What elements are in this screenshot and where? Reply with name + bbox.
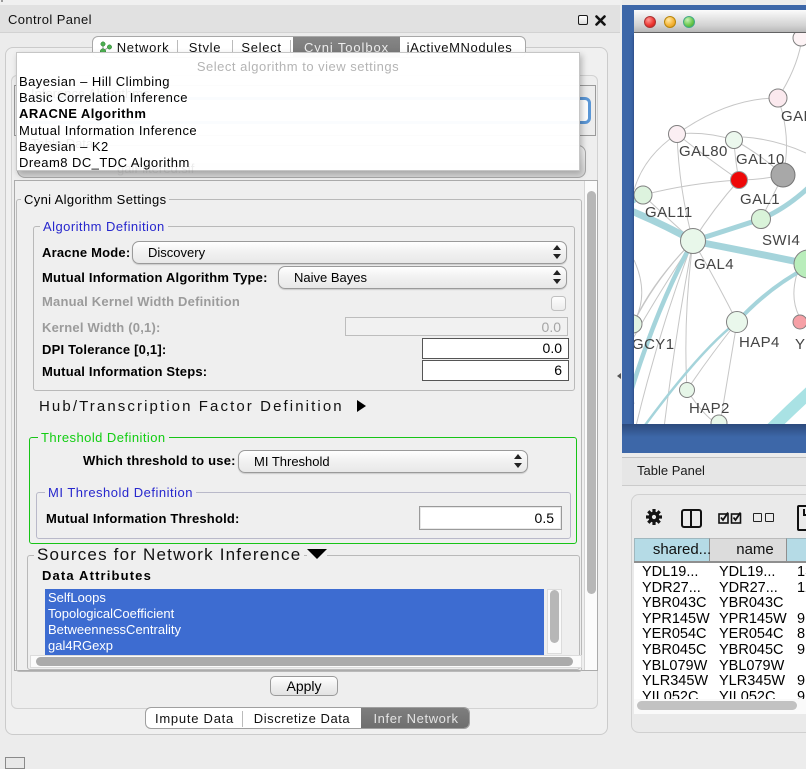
- svg-text:HAP2: HAP2: [689, 400, 730, 417]
- svg-text:GAL1: GAL1: [740, 191, 780, 208]
- svg-text:GAL8: GAL8: [781, 108, 806, 125]
- svg-text:Y: Y: [795, 336, 805, 353]
- svg-text:GCY1: GCY1: [634, 336, 674, 353]
- svg-text:GAL4: GAL4: [694, 256, 734, 273]
- svg-text:GAL80: GAL80: [679, 143, 728, 160]
- svg-text:GAL11: GAL11: [645, 204, 693, 221]
- svg-text:SWI4: SWI4: [762, 232, 800, 249]
- svg-text:HAP4: HAP4: [739, 334, 780, 351]
- svg-text:GAL10: GAL10: [736, 151, 785, 168]
